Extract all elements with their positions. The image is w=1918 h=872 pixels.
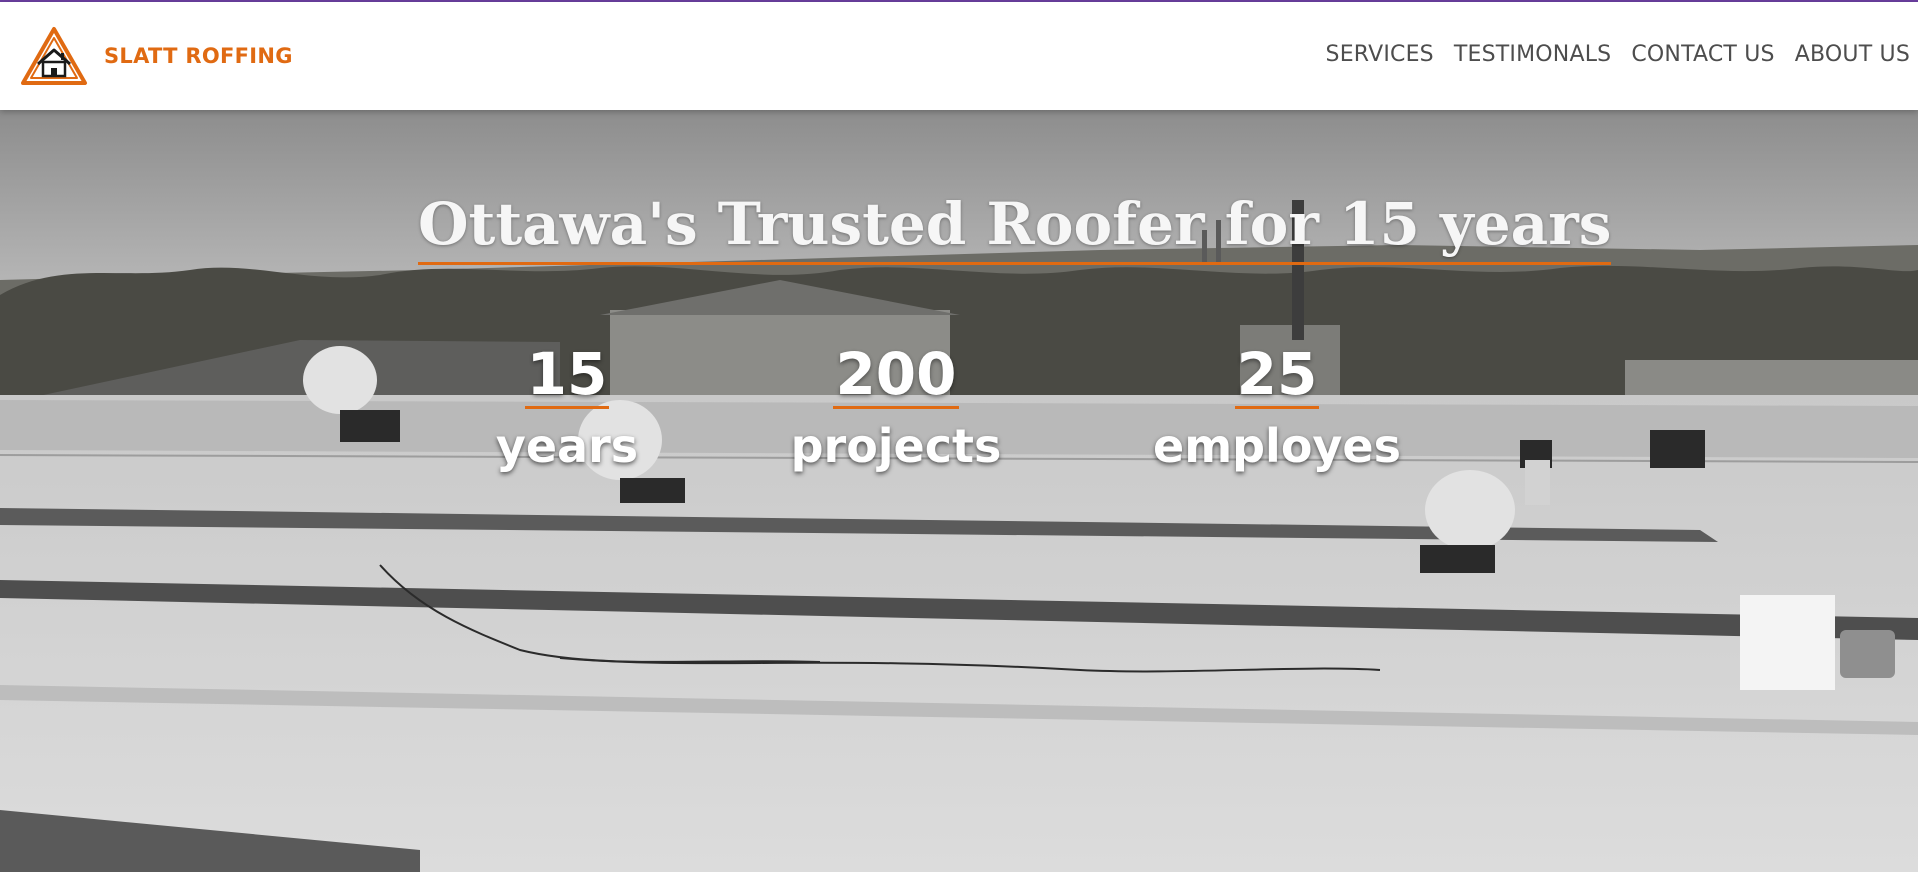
navbar: SLATT ROFFING SERVICES TESTIMONALS CONTA… (0, 2, 1918, 110)
stat-number: 25 (1234, 340, 1320, 409)
brand-home-link[interactable]: SLATT ROFFING (20, 26, 293, 86)
stat-years: 15 years (492, 342, 642, 475)
nav-contact-us[interactable]: CONTACT US (1631, 42, 1774, 67)
brand-name: SLATT ROFFING (104, 44, 293, 68)
nav-services[interactable]: SERVICES (1326, 42, 1434, 67)
stat-number: 15 (524, 340, 610, 409)
house-triangle-icon (21, 27, 87, 85)
hero-section: Ottawa's Trusted Roofer for 15 years 15 … (0, 110, 1918, 872)
stat-label: projects (790, 419, 1002, 473)
hero-headline: Ottawa's Trusted Roofer for 15 years (418, 188, 1612, 265)
nav-testimonals[interactable]: TESTIMONALS (1454, 42, 1611, 67)
stat-label: employes (1153, 419, 1401, 473)
stat-projects: 200 projects (786, 342, 1006, 475)
stat-label: years (495, 419, 639, 473)
stat-number: 200 (833, 340, 959, 409)
nav-about-us[interactable]: ABOUT US (1795, 42, 1910, 67)
main-nav: SERVICES TESTIMONALS CONTACT US ABOUT US (1326, 42, 1910, 67)
stat-employes: 25 employes (1152, 342, 1402, 475)
